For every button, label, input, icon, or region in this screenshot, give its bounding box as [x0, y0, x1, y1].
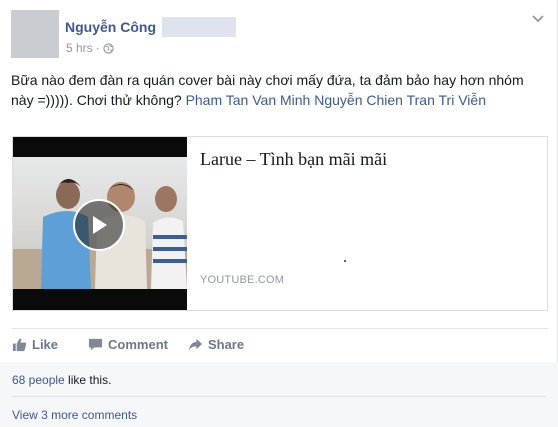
post-header: Nguyễn Công 5 hrs ·: [11, 10, 545, 60]
feedback-area: 68 people like this. View 3 more comment…: [0, 362, 558, 427]
author-name[interactable]: Nguyễn Công: [65, 17, 236, 37]
comment-icon: [88, 338, 103, 351]
meta-separator: ·: [95, 41, 100, 55]
post-actions: Like Comment Share: [12, 328, 548, 360]
tag-link-minh[interactable]: Pham Tan Van Minh: [186, 92, 311, 108]
comment-button[interactable]: Comment: [88, 337, 168, 352]
avatar[interactable]: [11, 10, 59, 58]
comment-label: Comment: [108, 337, 168, 352]
share-label: Share: [207, 337, 245, 352]
feed-post: Nguyễn Công 5 hrs · Bữa nào đem đàn ra q…: [0, 0, 558, 427]
redacted-name-block: [162, 17, 236, 37]
play-icon: [93, 216, 107, 234]
share-button[interactable]: Share: [188, 337, 244, 352]
chevron-down-icon[interactable]: [531, 14, 545, 24]
tag-link-chien[interactable]: Nguyễn Chien Tran: [314, 92, 435, 108]
like-button[interactable]: Like: [12, 337, 58, 352]
post-timestamp[interactable]: 5 hrs: [66, 41, 93, 55]
decorative-dot: [344, 260, 346, 262]
feedback-divider: [12, 396, 546, 397]
likes-summary: 68 people like this.: [12, 373, 111, 387]
video-thumbnail[interactable]: [13, 137, 187, 310]
likes-count-link[interactable]: 68 people: [12, 373, 65, 387]
link-attachment[interactable]: Larue – Tình bạn mãi mãi YOUTUBE.COM: [12, 136, 548, 311]
post-text: Bữa nào đem đàn ra quán cover bài này ch…: [11, 70, 541, 110]
like-label: Like: [32, 337, 59, 352]
attachment-source: YOUTUBE.COM: [200, 274, 285, 286]
view-more-comments-link[interactable]: View 3 more comments: [12, 408, 137, 422]
tag-link-vien[interactable]: Tri Viễn: [439, 92, 486, 108]
play-button[interactable]: [73, 199, 125, 251]
likes-suffix: like this.: [64, 373, 112, 387]
attachment-title[interactable]: Larue – Tình bạn mãi mãi: [200, 149, 387, 170]
thumbs-up-icon: [12, 338, 27, 352]
attachment-details[interactable]: Larue – Tình bạn mãi mãi YOUTUBE.COM: [187, 137, 547, 310]
post-meta: 5 hrs ·: [66, 41, 114, 55]
author-name-text[interactable]: Nguyễn Công: [65, 19, 156, 35]
globe-icon[interactable]: [103, 42, 114, 54]
share-arrow-icon: [188, 338, 203, 351]
